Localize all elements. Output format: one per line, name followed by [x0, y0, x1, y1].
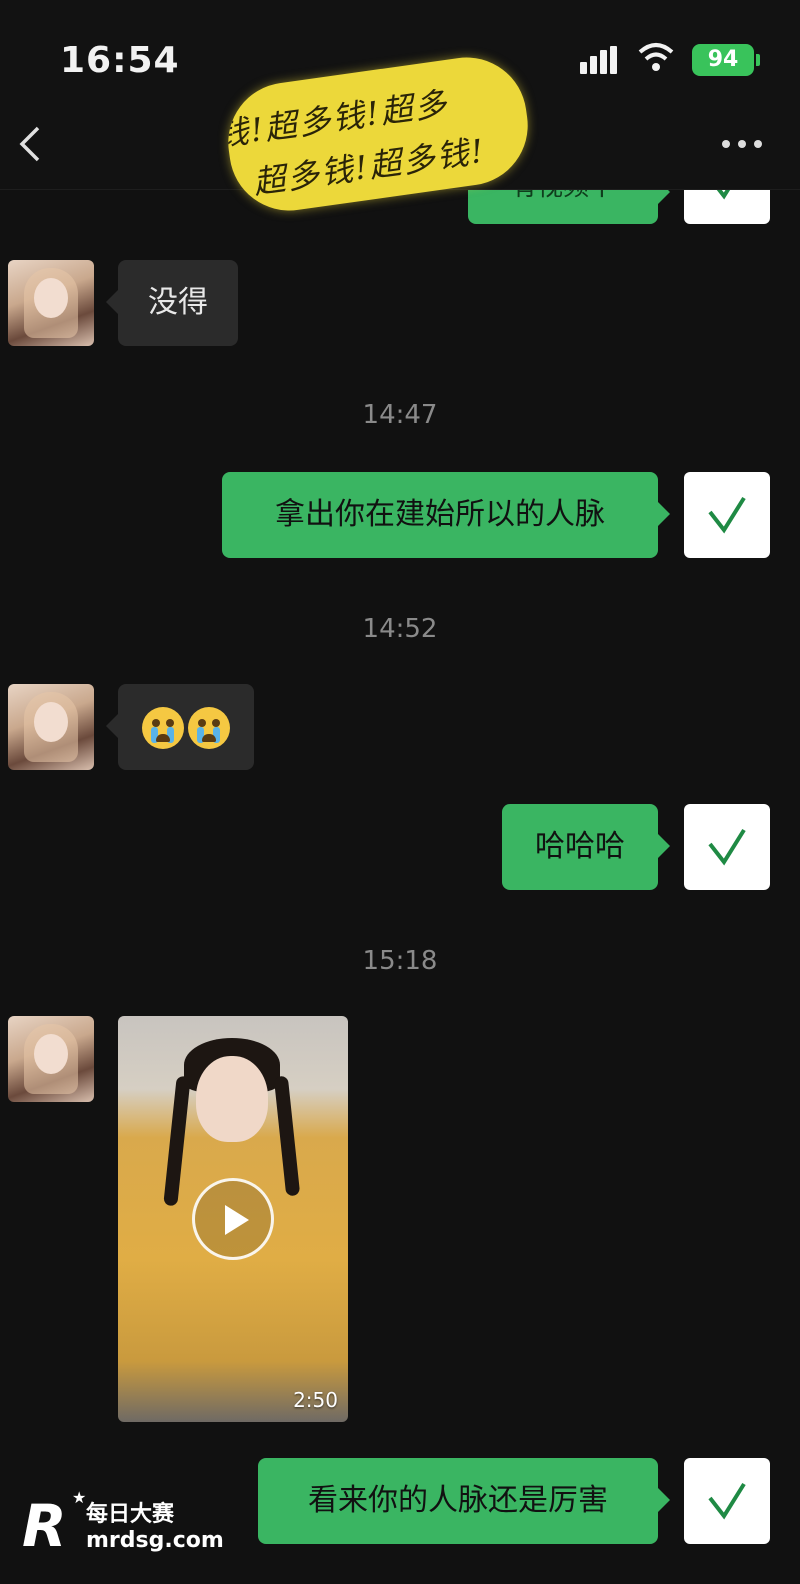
battery-tip	[756, 54, 760, 66]
play-icon	[225, 1205, 249, 1235]
message-bubble-incoming[interactable]	[106, 684, 254, 770]
message-text: 看来你的人脉还是厉害	[308, 1483, 608, 1518]
timestamp: 15:18	[362, 946, 438, 976]
message-bubble-outgoing[interactable]: 哈哈哈	[502, 804, 670, 890]
video-message[interactable]: 2:50	[118, 1016, 348, 1422]
contact-avatar[interactable]	[8, 684, 94, 770]
wifi-icon	[638, 43, 674, 71]
status-time: 16:54	[60, 40, 180, 81]
self-avatar[interactable]	[684, 472, 770, 558]
battery-indicator: 94	[692, 44, 754, 76]
back-chevron-icon[interactable]	[16, 124, 46, 164]
checkmark-icon	[708, 828, 746, 866]
self-avatar[interactable]	[684, 1458, 770, 1544]
watermark-url: mrdsg.com	[86, 1528, 224, 1553]
timestamp: 14:52	[362, 614, 438, 644]
crying-face-icon	[188, 706, 230, 749]
message-bubble-outgoing[interactable]: 看来你的人脉还是厉害	[258, 1458, 670, 1544]
contact-avatar[interactable]	[8, 1016, 94, 1102]
watermark-letter: R	[22, 1492, 67, 1560]
timestamp: 14:47	[362, 400, 438, 430]
message-text: 拿出你在建始所以的人脉	[275, 497, 605, 532]
self-avatar[interactable]	[684, 804, 770, 890]
watermark-name: 每日大赛	[86, 1502, 175, 1527]
message-text: 哈哈哈	[535, 829, 625, 864]
message-bubble-outgoing[interactable]: 拿出你在建始所以的人脉	[222, 472, 670, 558]
checkmark-icon	[708, 1482, 746, 1520]
checkmark-icon	[708, 496, 746, 534]
message-bubble-incoming[interactable]: 没得	[106, 260, 238, 346]
contact-avatar[interactable]	[8, 260, 94, 346]
chat-area: 有视频干 没得 14:47 拿出你在建始所以的人脉 14:52 哈哈哈	[0, 0, 800, 1584]
cellular-signal-icon	[580, 46, 624, 74]
star-icon: ★	[72, 1488, 87, 1507]
battery-level: 94	[707, 47, 739, 72]
video-duration: 2:50	[293, 1388, 338, 1412]
message-text: 没得	[148, 285, 208, 320]
more-options-icon[interactable]	[722, 140, 766, 150]
crying-face-icon	[142, 706, 184, 749]
play-button[interactable]	[192, 1178, 274, 1260]
watermark-logo: R ★ 每日大赛 mrdsg.com	[22, 1488, 262, 1578]
